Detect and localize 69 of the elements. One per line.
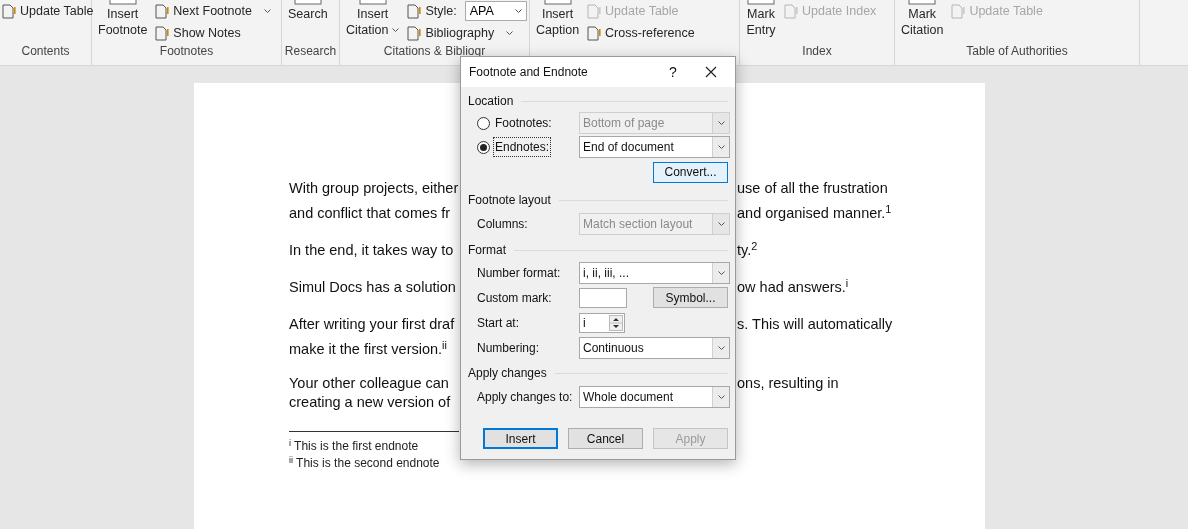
group-label: Table of Authorities [966,43,1068,60]
paragraph-text: Simul Docs has a solution [289,278,456,297]
caret-icon [717,345,725,350]
paragraph-text: ty.$^{2}$ [737,238,758,260]
paragraph-text: After writing your first draf [289,315,455,334]
paragraph-text: With group projects, either [289,179,459,198]
radio-label[interactable]: Endnotes: [493,137,552,157]
symbol-button[interactable]: Symbol... [653,287,728,308]
dropdown[interactable]: Continuous [579,336,730,359]
custom-mark-field[interactable] [579,287,627,308]
ribbon-button[interactable]: Style: [425,1,457,21]
endnote-text: $^{i}$ This is the first endnote [289,439,419,453]
section-label: Format [468,242,506,259]
ribbon-large-button[interactable]: Mark Entry [742,0,780,38]
ribbon-button[interactable]: Next Footnote [173,1,252,21]
paragraph-text: use of all the frustration [737,179,888,198]
caret-icon [392,28,400,32]
close-icon[interactable] [705,66,717,78]
field-label: Columns: [477,216,529,233]
group-label: Footnotes [159,43,214,60]
start-at-spinner[interactable]: i [579,312,625,333]
ribbon-large-button[interactable]: Insert Footnote [94,0,152,38]
section-label: Apply changes [468,365,547,382]
field-label: Custom mark: [477,289,553,307]
paragraph-text: ons, resulting in [737,374,839,393]
dialog-button[interactable]: Insert [483,428,558,449]
caret-icon [717,145,725,149]
dialog-title: Footnote and Endnote [469,64,589,81]
ribbon-large-button[interactable]: Insert Caption [532,0,584,38]
group-label: Citations & Bibliogr [383,43,486,60]
paragraph-text: and organised manner.$^{1}$ [737,201,892,223]
paragraph-text: In the end, it takes way to [289,241,454,260]
ribbon-large-button[interactable]: Search [284,0,332,22]
group-label: Contents [21,43,70,60]
ribbon-button[interactable]: Update Table [20,1,94,21]
caret-icon [717,270,725,275]
group-label: Research [284,43,337,60]
dropdown[interactable]: i, ii, iii, ... [579,261,730,284]
paragraph-text: Your other colleague can [289,374,449,393]
paragraph-text: make it the first version.$^{ii}$ [289,337,447,359]
field-label: Numbering: [477,339,541,357]
section-label: Footnote layout [468,192,551,209]
paragraph-text: and conflict that comes fr [289,204,451,223]
radio-button[interactable] [477,140,490,154]
section-label: Location [468,93,514,110]
ribbon-button[interactable]: Show Notes [173,23,241,43]
endnote-text: $^{ii}$ This is the second endnote [289,456,440,470]
ribbon-button[interactable]: Bibliography [425,23,495,43]
field-label: Start at: [477,314,521,332]
ribbon-large-button[interactable]: Insert Citation [342,0,404,38]
caret-icon [717,395,725,399]
paragraph-text: s. This will automatically [737,315,893,334]
help-button[interactable]: ? [663,61,683,83]
dialog-button[interactable]: Cancel [568,428,643,449]
ribbon-large-button[interactable]: Mark Citation [897,0,948,38]
paragraph-text: creating a new version of [289,393,451,412]
convert-button[interactable]: Convert... [653,161,728,183]
caret-icon [717,121,725,125]
dropdown[interactable]: End of document [579,136,730,158]
style-dropdown[interactable]: APA [464,1,527,21]
field-label: Number format: [477,264,562,282]
field-label: Apply changes to: [477,389,574,406]
paragraph-text: ow had answers.$^{i}$ [737,275,849,297]
caret-icon [717,222,725,226]
ribbon-button[interactable]: Cross-reference [605,23,695,43]
group-label: Index [802,43,832,60]
caret-icon [514,9,522,13]
spin-arrows-icon[interactable] [609,314,623,331]
dropdown[interactable]: Whole document [579,386,730,408]
